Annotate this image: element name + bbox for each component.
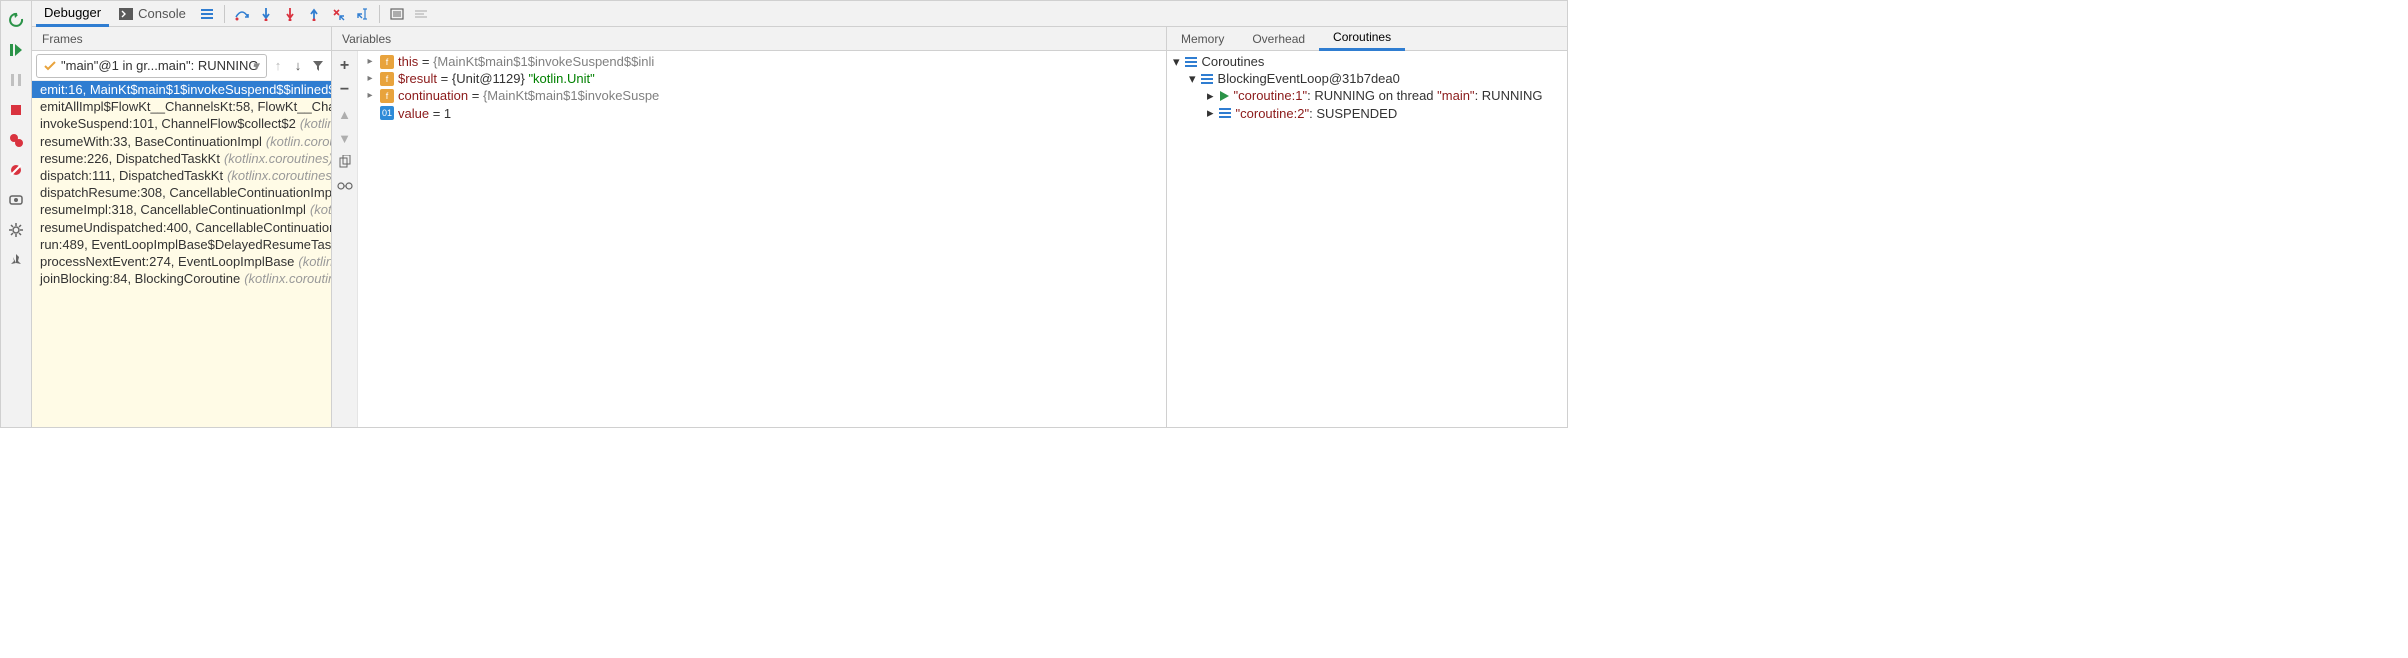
check-icon	[43, 60, 57, 72]
twisty-down-icon[interactable]: ▾	[1173, 54, 1180, 70]
glasses-icon[interactable]	[336, 177, 354, 195]
mute-breakpoints-icon[interactable]	[6, 160, 26, 180]
frames-header: Frames	[32, 27, 331, 51]
force-step-into-icon[interactable]	[279, 3, 301, 25]
move-down-icon[interactable]: ▼	[336, 129, 354, 147]
coroutine-2-tail: : SUSPENDED	[1309, 106, 1397, 121]
view-breakpoints-icon[interactable]	[6, 130, 26, 150]
coroutines-root-label: Coroutines	[1202, 54, 1265, 69]
variables-tree[interactable]: ▸f this = {MainKt$main$1$invokeSuspend$$…	[358, 51, 1166, 427]
coroutine-1-tail: : RUNNING	[1475, 88, 1543, 103]
event-loop-label: BlockingEventLoop@31b7dea0	[1218, 71, 1400, 86]
frame-row[interactable]: resumeWith:33, BaseContinuationImpl(kotl…	[32, 133, 331, 150]
trace-icon[interactable]	[410, 3, 432, 25]
settings-icon[interactable]	[6, 220, 26, 240]
next-frame-icon[interactable]: ↓	[289, 57, 307, 75]
coroutine-1-thread: "main"	[1437, 88, 1474, 103]
debug-run-gutter	[1, 1, 32, 427]
thread-selector[interactable]: "main"@1 in gr...main": RUNNING ▾	[36, 54, 267, 78]
move-up-icon[interactable]: ▲	[336, 105, 354, 123]
step-out-icon[interactable]	[303, 3, 325, 25]
run-to-cursor-icon[interactable]	[351, 3, 373, 25]
frame-row[interactable]: processNextEvent:274, EventLoopImplBase(…	[32, 253, 331, 270]
frame-row[interactable]: resumeUndispatched:400, CancellableConti…	[32, 219, 331, 236]
frames-list[interactable]: emit:16, MainKt$main$1$invokeSuspend$$in…	[32, 81, 331, 427]
drop-frame-icon[interactable]	[327, 3, 349, 25]
evaluate-icon[interactable]	[386, 3, 408, 25]
twisty-down-icon[interactable]: ▾	[1189, 71, 1196, 87]
frame-row[interactable]: emit:16, MainKt$main$1$invokeSuspend$$in…	[32, 81, 331, 98]
threads-icon[interactable]	[196, 3, 218, 25]
frame-row[interactable]: dispatchResume:308, CancellableContinuat…	[32, 184, 331, 201]
frame-row[interactable]: resume:226, DispatchedTaskKt(kotlinx.cor…	[32, 150, 331, 167]
coroutine-2-name: "coroutine:2"	[1236, 106, 1310, 121]
tab-overhead[interactable]: Overhead	[1238, 28, 1319, 50]
console-label: Console	[138, 6, 186, 21]
variable-row[interactable]: 01 value = 1	[358, 105, 1166, 122]
frame-row[interactable]: run:489, EventLoopImplBase$DelayedResume…	[32, 236, 331, 253]
tab-memory[interactable]: Memory	[1167, 28, 1238, 50]
prev-frame-icon[interactable]: ↑	[269, 57, 287, 75]
coroutines-tree[interactable]: ▾ Coroutines ▾ BlockingEventLoop@31b7dea…	[1167, 51, 1567, 427]
tab-console[interactable]: Console	[111, 2, 194, 25]
rerun-icon[interactable]	[6, 10, 26, 30]
filter-icon[interactable]	[309, 57, 327, 75]
step-over-icon[interactable]	[231, 3, 253, 25]
duplicate-icon[interactable]	[336, 153, 354, 171]
stack-icon	[1200, 72, 1214, 86]
stop-icon[interactable]	[6, 100, 26, 120]
tab-debugger[interactable]: Debugger	[36, 1, 109, 27]
variables-header: Variables	[332, 27, 1166, 51]
variable-row[interactable]: ▸f $result = {Unit@1129} "kotlin.Unit"	[358, 70, 1166, 87]
frame-row[interactable]: resumeImpl:318, CancellableContinuationI…	[32, 201, 331, 218]
pause-icon[interactable]	[6, 70, 26, 90]
coroutine-1-name: "coroutine:1"	[1234, 88, 1308, 103]
remove-watch-icon[interactable]: −	[336, 81, 354, 99]
twisty-right-icon[interactable]: ▸	[1207, 88, 1214, 104]
variable-row[interactable]: ▸f continuation = {MainKt$main$1$invokeS…	[358, 87, 1166, 104]
add-watch-icon[interactable]: +	[336, 57, 354, 75]
stack-icon	[1218, 106, 1232, 120]
coroutine-1-state: : RUNNING on thread	[1307, 88, 1437, 103]
tab-coroutines[interactable]: Coroutines	[1319, 27, 1405, 51]
variables-gutter: + − ▲ ▼	[332, 51, 358, 427]
frame-row[interactable]: invokeSuspend:101, ChannelFlow$collect$2…	[32, 115, 331, 132]
step-into-icon[interactable]	[255, 3, 277, 25]
frame-row[interactable]: dispatch:111, DispatchedTaskKt(kotlinx.c…	[32, 167, 331, 184]
variable-row[interactable]: ▸f this = {MainKt$main$1$invokeSuspend$$…	[358, 53, 1166, 70]
frame-row[interactable]: emitAllImpl$FlowKt__ChannelsKt:58, FlowK…	[32, 98, 331, 115]
twisty-right-icon[interactable]: ▸	[1207, 105, 1214, 121]
console-icon	[119, 8, 133, 20]
thread-selector-label: "main"@1 in gr...main": RUNNING	[61, 58, 259, 73]
pin-icon[interactable]	[6, 250, 26, 270]
stack-icon	[1184, 55, 1198, 69]
resume-icon[interactable]	[6, 40, 26, 60]
frame-row[interactable]: joinBlocking:84, BlockingCoroutine(kotli…	[32, 270, 331, 287]
debugger-toolbar: Debugger Console	[32, 1, 1567, 27]
thread-dump-icon[interactable]	[6, 190, 26, 210]
chevron-down-icon: ▾	[253, 58, 260, 74]
play-icon	[1218, 90, 1230, 102]
